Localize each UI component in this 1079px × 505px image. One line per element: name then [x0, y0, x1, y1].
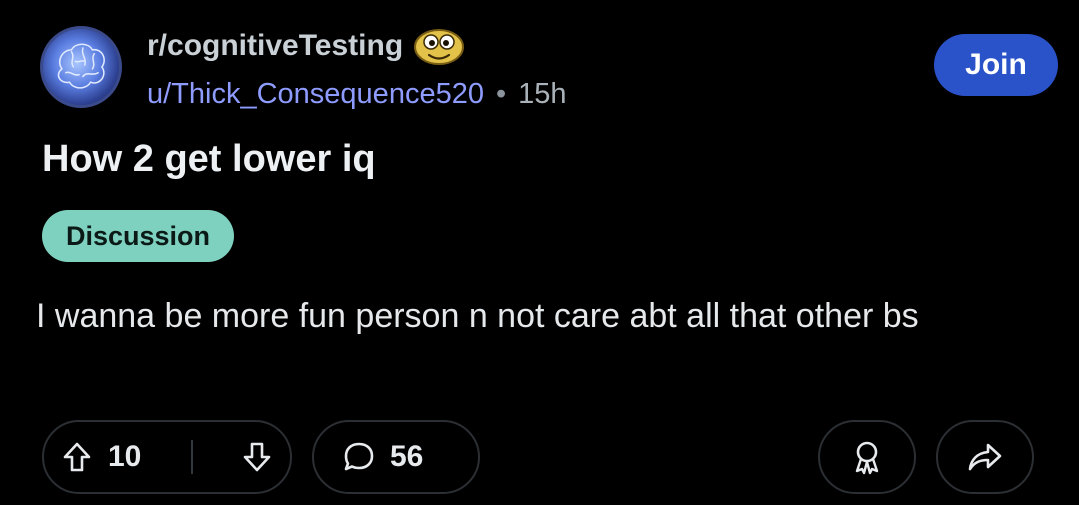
author-username[interactable]: u/Thick_Consequence520	[147, 78, 484, 111]
brain-avatar-icon	[57, 43, 105, 89]
comment-bubble-icon	[342, 440, 376, 474]
meta-separator: •	[495, 78, 507, 110]
post-flair[interactable]: Discussion	[42, 210, 235, 262]
goofy-face-emoji-icon	[413, 26, 465, 66]
post-age: 15h	[518, 78, 567, 110]
comment-count: 56	[390, 440, 424, 473]
award-icon	[855, 441, 879, 475]
vote-divider	[190, 440, 193, 474]
downvote-button[interactable]	[242, 441, 272, 473]
upvote-count: 10	[108, 440, 142, 473]
subreddit-line: r/cognitiveTesting	[147, 26, 465, 66]
post-title[interactable]: How 2 get lower iq	[42, 138, 376, 181]
upvote-button[interactable]	[62, 441, 92, 473]
join-button[interactable]: Join	[934, 34, 1058, 96]
subreddit-avatar[interactable]	[40, 26, 122, 108]
arrow-down-icon	[243, 442, 271, 472]
award-button[interactable]	[818, 420, 916, 494]
post-meta: u/Thick_Consequence520 • 15h	[147, 78, 567, 111]
comments-button[interactable]: 56	[312, 420, 480, 494]
vote-controls: 10	[42, 420, 292, 494]
post-body: I wanna be more fun person n not care ab…	[36, 297, 919, 335]
subreddit-name[interactable]: r/cognitiveTesting	[147, 29, 403, 63]
share-icon	[968, 443, 1002, 471]
share-button[interactable]	[936, 420, 1034, 494]
arrow-up-icon	[63, 442, 91, 472]
